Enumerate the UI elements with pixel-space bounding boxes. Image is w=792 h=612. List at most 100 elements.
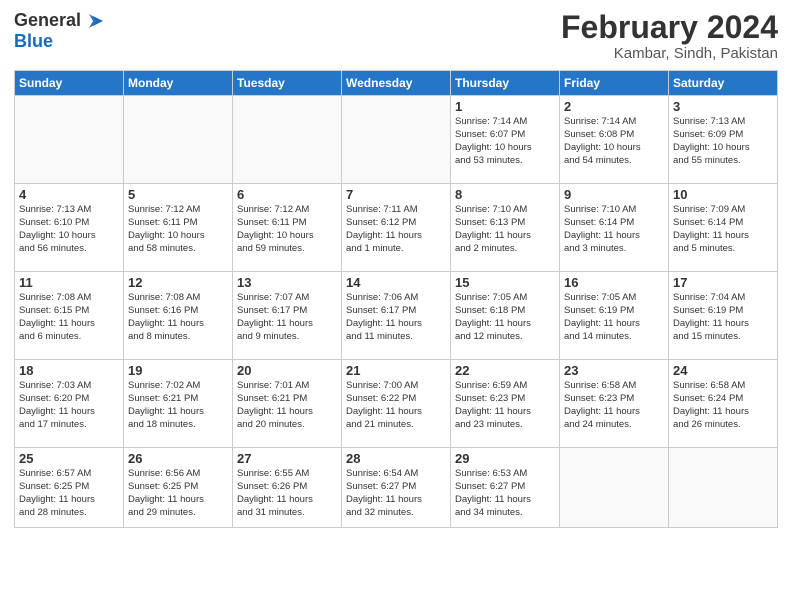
day-info: Sunrise: 7:00 AMSunset: 6:22 PMDaylight:… xyxy=(346,380,446,431)
day-info: Sunrise: 7:13 AMSunset: 6:09 PMDaylight:… xyxy=(673,116,773,167)
table-row: 20 Sunrise: 7:01 AMSunset: 6:21 PMDayligh… xyxy=(233,360,342,448)
day-number: 1 xyxy=(455,99,555,114)
logo-blue-text: Blue xyxy=(14,32,53,52)
col-monday: Monday xyxy=(124,71,233,96)
day-number: 19 xyxy=(128,363,228,378)
day-info: Sunrise: 7:10 AMSunset: 6:13 PMDaylight:… xyxy=(455,204,555,255)
day-number: 25 xyxy=(19,451,119,466)
col-thursday: Thursday xyxy=(451,71,560,96)
col-friday: Friday xyxy=(560,71,669,96)
day-number: 17 xyxy=(673,275,773,290)
table-row xyxy=(124,96,233,184)
table-row: 7 Sunrise: 7:11 AMSunset: 6:12 PMDaylight… xyxy=(342,184,451,272)
day-info: Sunrise: 7:12 AMSunset: 6:11 PMDaylight:… xyxy=(128,204,228,255)
table-row: 9 Sunrise: 7:10 AMSunset: 6:14 PMDaylight… xyxy=(560,184,669,272)
page: General Blue February 2024 Kambar, Sindh… xyxy=(0,0,792,612)
day-info: Sunrise: 6:57 AMSunset: 6:25 PMDaylight:… xyxy=(19,468,119,519)
table-row: 5 Sunrise: 7:12 AMSunset: 6:11 PMDaylight… xyxy=(124,184,233,272)
day-info: Sunrise: 7:04 AMSunset: 6:19 PMDaylight:… xyxy=(673,292,773,343)
day-info: Sunrise: 7:05 AMSunset: 6:19 PMDaylight:… xyxy=(564,292,664,343)
day-number: 3 xyxy=(673,99,773,114)
day-info: Sunrise: 7:07 AMSunset: 6:17 PMDaylight:… xyxy=(237,292,337,343)
header: General Blue February 2024 Kambar, Sindh… xyxy=(14,10,778,62)
day-number: 9 xyxy=(564,187,664,202)
day-number: 7 xyxy=(346,187,446,202)
table-row xyxy=(342,96,451,184)
table-row: 17 Sunrise: 7:04 AMSunset: 6:19 PMDayligh… xyxy=(669,272,778,360)
day-info: Sunrise: 7:08 AMSunset: 6:16 PMDaylight:… xyxy=(128,292,228,343)
day-info: Sunrise: 6:56 AMSunset: 6:25 PMDaylight:… xyxy=(128,468,228,519)
table-row: 26 Sunrise: 6:56 AMSunset: 6:25 PMDayligh… xyxy=(124,448,233,528)
day-info: Sunrise: 6:55 AMSunset: 6:26 PMDaylight:… xyxy=(237,468,337,519)
day-info: Sunrise: 7:02 AMSunset: 6:21 PMDaylight:… xyxy=(128,380,228,431)
table-row: 15 Sunrise: 7:05 AMSunset: 6:18 PMDayligh… xyxy=(451,272,560,360)
day-info: Sunrise: 6:54 AMSunset: 6:27 PMDaylight:… xyxy=(346,468,446,519)
day-info: Sunrise: 7:09 AMSunset: 6:14 PMDaylight:… xyxy=(673,204,773,255)
day-number: 23 xyxy=(564,363,664,378)
table-row: 24 Sunrise: 6:58 AMSunset: 6:24 PMDayligh… xyxy=(669,360,778,448)
day-number: 24 xyxy=(673,363,773,378)
day-number: 21 xyxy=(346,363,446,378)
table-row: 6 Sunrise: 7:12 AMSunset: 6:11 PMDaylight… xyxy=(233,184,342,272)
day-info: Sunrise: 7:13 AMSunset: 6:10 PMDaylight:… xyxy=(19,204,119,255)
day-info: Sunrise: 6:53 AMSunset: 6:27 PMDaylight:… xyxy=(455,468,555,519)
day-number: 26 xyxy=(128,451,228,466)
day-info: Sunrise: 6:58 AMSunset: 6:24 PMDaylight:… xyxy=(673,380,773,431)
title-block: February 2024 Kambar, Sindh, Pakistan xyxy=(561,10,778,62)
table-row: 8 Sunrise: 7:10 AMSunset: 6:13 PMDaylight… xyxy=(451,184,560,272)
day-info: Sunrise: 6:59 AMSunset: 6:23 PMDaylight:… xyxy=(455,380,555,431)
day-info: Sunrise: 7:11 AMSunset: 6:12 PMDaylight:… xyxy=(346,204,446,255)
day-number: 8 xyxy=(455,187,555,202)
logo-general-text: General xyxy=(14,11,81,31)
table-row: 25 Sunrise: 6:57 AMSunset: 6:25 PMDayligh… xyxy=(15,448,124,528)
table-row: 3 Sunrise: 7:13 AMSunset: 6:09 PMDaylight… xyxy=(669,96,778,184)
table-row: 21 Sunrise: 7:00 AMSunset: 6:22 PMDayligh… xyxy=(342,360,451,448)
day-number: 6 xyxy=(237,187,337,202)
day-number: 28 xyxy=(346,451,446,466)
day-info: Sunrise: 7:01 AMSunset: 6:21 PMDaylight:… xyxy=(237,380,337,431)
day-number: 12 xyxy=(128,275,228,290)
day-number: 10 xyxy=(673,187,773,202)
table-row xyxy=(15,96,124,184)
table-row: 23 Sunrise: 6:58 AMSunset: 6:23 PMDayligh… xyxy=(560,360,669,448)
table-row: 16 Sunrise: 7:05 AMSunset: 6:19 PMDayligh… xyxy=(560,272,669,360)
table-row: 27Sunrise: 6:55 AMSunset: 6:26 PMDayligh… xyxy=(233,448,342,528)
day-info: Sunrise: 7:05 AMSunset: 6:18 PMDaylight:… xyxy=(455,292,555,343)
logo: General Blue xyxy=(14,10,105,52)
day-number: 29 xyxy=(455,451,555,466)
day-info: Sunrise: 7:12 AMSunset: 6:11 PMDaylight:… xyxy=(237,204,337,255)
table-row: 12 Sunrise: 7:08 AMSunset: 6:16 PMDayligh… xyxy=(124,272,233,360)
table-row: 22Sunrise: 6:59 AMSunset: 6:23 PMDayligh… xyxy=(451,360,560,448)
table-row: 14Sunrise: 7:06 AMSunset: 6:17 PMDayligh… xyxy=(342,272,451,360)
logo-arrow-icon xyxy=(83,10,105,32)
day-number: 4 xyxy=(19,187,119,202)
table-row: 28 Sunrise: 6:54 AMSunset: 6:27 PMDayligh… xyxy=(342,448,451,528)
day-info: Sunrise: 7:08 AMSunset: 6:15 PMDaylight:… xyxy=(19,292,119,343)
day-number: 16 xyxy=(564,275,664,290)
day-info: Sunrise: 7:14 AMSunset: 6:07 PMDaylight:… xyxy=(455,116,555,167)
day-number: 15 xyxy=(455,275,555,290)
col-saturday: Saturday xyxy=(669,71,778,96)
day-number: 11 xyxy=(19,275,119,290)
day-info: Sunrise: 6:58 AMSunset: 6:23 PMDaylight:… xyxy=(564,380,664,431)
calendar-title: February 2024 xyxy=(561,10,778,45)
table-row: 29 Sunrise: 6:53 AMSunset: 6:27 PMDayligh… xyxy=(451,448,560,528)
day-number: 2 xyxy=(564,99,664,114)
table-row: 19 Sunrise: 7:02 AMSunset: 6:21 PMDayligh… xyxy=(124,360,233,448)
table-row xyxy=(560,448,669,528)
day-info: Sunrise: 7:06 AMSunset: 6:17 PMDaylight:… xyxy=(346,292,446,343)
col-tuesday: Tuesday xyxy=(233,71,342,96)
day-info: Sunrise: 7:10 AMSunset: 6:14 PMDaylight:… xyxy=(564,204,664,255)
day-number: 20 xyxy=(237,363,337,378)
calendar-table: Sunday Monday Tuesday Wednesday Thursday… xyxy=(14,70,778,528)
calendar-header-row: Sunday Monday Tuesday Wednesday Thursday… xyxy=(15,71,778,96)
table-row: 11 Sunrise: 7:08 AMSunset: 6:15 PMDayligh… xyxy=(15,272,124,360)
day-number: 13 xyxy=(237,275,337,290)
col-sunday: Sunday xyxy=(15,71,124,96)
table-row xyxy=(233,96,342,184)
day-info: Sunrise: 7:14 AMSunset: 6:08 PMDaylight:… xyxy=(564,116,664,167)
day-number: 18 xyxy=(19,363,119,378)
table-row: 2 Sunrise: 7:14 AMSunset: 6:08 PMDaylight… xyxy=(560,96,669,184)
table-row: 4 Sunrise: 7:13 AMSunset: 6:10 PMDaylight… xyxy=(15,184,124,272)
day-number: 5 xyxy=(128,187,228,202)
